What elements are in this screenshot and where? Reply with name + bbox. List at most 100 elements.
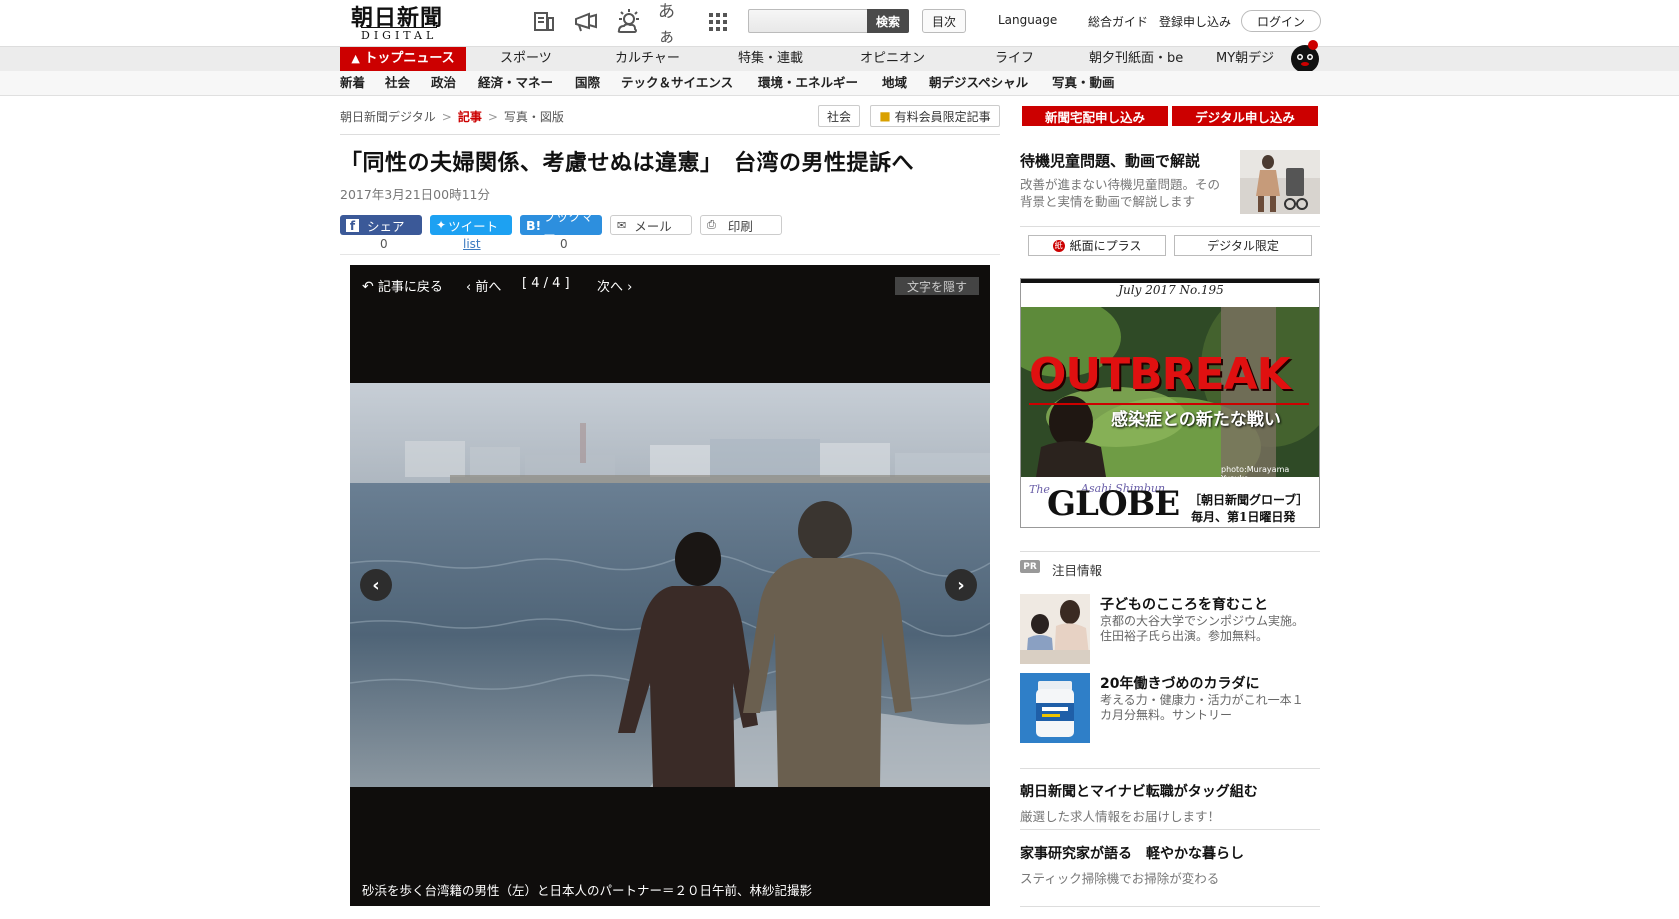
category-tag[interactable]: 社会: [818, 105, 860, 127]
ad-issue-date: July 2017 No.195: [1118, 283, 1224, 297]
mail-button-label: メール: [634, 218, 672, 234]
paper-badge-icon: 紙: [1052, 239, 1065, 252]
subnav-item-politics[interactable]: 政治: [431, 71, 456, 95]
viewer-toolbar: ↶ 記事に戻る ‹ 前へ [ 4 / 4 ] 次へ › 文字を隠す: [350, 265, 990, 383]
ad-brand-globe: GLOBE: [1047, 484, 1180, 524]
nav-item-culture[interactable]: カルチャー: [615, 47, 680, 71]
next-photo-link[interactable]: 次へ ›: [597, 276, 632, 295]
sub-nav: 新着 社会 政治 経済・マネー 国際 テック＆サイエンス 環境・エネルギー 地域…: [0, 71, 1679, 96]
pr-thumbnail[interactable]: [1020, 673, 1090, 743]
tab-paper-plus[interactable]: 紙 紙面にプラス: [1028, 235, 1166, 256]
hatena-bookmark-button[interactable]: B! ブックマー: [520, 209, 602, 243]
breadcrumb-separator: >: [441, 110, 452, 124]
ad-note-title: ［朝日新聞グローブ］: [1189, 493, 1309, 507]
nav-item-top-news[interactable]: ▲ トップニュース: [340, 47, 466, 71]
twitter-share-button[interactable]: ✦ ツイート: [430, 215, 512, 235]
font-size-icon[interactable]: あぁ: [658, 2, 686, 47]
pr-item-title[interactable]: 子どものこころを育むこと: [1100, 594, 1268, 614]
prev-photo-label: 前へ: [475, 280, 502, 295]
nav-item-features[interactable]: 特集・連載: [738, 47, 803, 71]
subnav-item-international[interactable]: 国際: [575, 71, 600, 95]
weather-icon[interactable]: [615, 8, 643, 36]
promo-thumbnail[interactable]: [1240, 150, 1320, 214]
prev-photo-link[interactable]: ‹ 前へ: [466, 276, 501, 295]
subnav-item-tech-science[interactable]: テック＆サイエンス: [621, 71, 733, 95]
breadcrumb: 朝日新聞デジタル > 記事 > 写真・図版: [340, 108, 564, 125]
next-photo-label: 次へ: [597, 280, 624, 295]
photo-caption: 砂浜を歩く台湾籍の男性（左）と日本人のパートナー＝２０日午前、林紗記撮影: [362, 883, 813, 898]
twitter-share-label: ツイート: [448, 218, 499, 234]
back-to-article-link[interactable]: ↶ 記事に戻る: [362, 276, 443, 295]
pr-item-description: 京都の大谷大学でシンポジウム実施。住田裕子氏ら出演。参加無料。: [1100, 614, 1305, 643]
ad-rule: [1029, 403, 1309, 405]
chevron-left-icon: ‹: [372, 574, 380, 596]
pr-item-title[interactable]: 20年働きづめのカラダに: [1100, 673, 1259, 693]
right-sidebar: 新聞宅配申し込み デジタル申し込み 待機児童問題、動画で解説 改善が進まない待機…: [1020, 0, 1320, 919]
promo-title[interactable]: 待機児童問題、動画で解説: [1020, 150, 1200, 171]
pr-badge: PR: [1020, 560, 1040, 573]
subnav-item-environment[interactable]: 環境・エネルギー: [758, 71, 858, 95]
hatena-bookmark-count: 0: [560, 237, 568, 251]
grid-icon[interactable]: [704, 8, 732, 36]
nav-item-label: トップニュース: [364, 51, 455, 66]
globe-advertisement[interactable]: July 2017 No.195 OUTBREAK 感染症との新たな戦い pho…: [1020, 278, 1320, 528]
back-to-article-label: 記事に戻る: [377, 280, 443, 295]
photo-viewer: ↶ 記事に戻る ‹ 前へ [ 4 / 4 ] 次へ › 文字を隠す ‹ › 砂浜…: [350, 265, 990, 906]
megaphone-icon[interactable]: [572, 8, 600, 36]
breadcrumb-item-article[interactable]: 記事: [458, 110, 482, 124]
font-size-icon-text: あぁ: [658, 2, 675, 47]
print-icon: ⎙: [707, 218, 716, 231]
sponsored-link-description: 厳選した求人情報をお届けします！: [1020, 809, 1221, 824]
mail-button[interactable]: ✉ メール: [610, 215, 692, 235]
search-input[interactable]: [748, 9, 868, 33]
subnav-item-special[interactable]: 朝デジスペシャル: [929, 71, 1028, 95]
divider: [1020, 768, 1320, 769]
ad-headline: OUTBREAK: [1029, 349, 1291, 400]
hatena-bookmark-label: ブックマー: [543, 209, 594, 243]
site-logo[interactable]: 朝日新聞 DIGITAL: [349, 0, 459, 42]
breadcrumb-item-home[interactable]: 朝日新聞デジタル: [340, 110, 436, 124]
twitter-list-link[interactable]: list: [463, 237, 481, 251]
premium-badge-label: 有料会員限定記事: [894, 109, 991, 124]
logo-sub-text: DIGITAL: [361, 27, 438, 42]
article-date: 2017年3月21日00時11分: [340, 187, 490, 202]
ad-photo-credit: photo:Murayama Yusuke: [1221, 465, 1290, 483]
facebook-share-button[interactable]: f シェア: [340, 215, 422, 235]
pr-thumbnail[interactable]: [1020, 594, 1090, 664]
sponsored-link-title[interactable]: 家事研究家が語る 軽やかな暮らし: [1020, 843, 1244, 863]
premium-badge: ■ 有料会員限定記事: [870, 105, 1000, 127]
hide-text-button[interactable]: 文字を隠す: [895, 277, 979, 295]
divider: [1020, 226, 1320, 227]
facebook-share-label: シェア: [367, 218, 405, 234]
contents-button[interactable]: 目次: [922, 9, 966, 33]
site-header: 朝日新聞 DIGITAL あぁ 検索 目次 Language 総合ガイド 登録申…: [0, 0, 1679, 47]
sponsored-link-title[interactable]: 朝日新聞とマイナビ転職がタッグ組む: [1020, 781, 1258, 801]
photo-counter: [ 4 / 4 ]: [522, 276, 570, 291]
chevron-right-icon: ›: [627, 280, 633, 295]
breadcrumb-item-photos: 写真・図版: [503, 110, 564, 124]
newspaper-icon[interactable]: [530, 8, 558, 36]
subscribe-paper-button[interactable]: 新聞宅配申し込み: [1022, 106, 1168, 126]
tab-digital-only[interactable]: デジタル限定: [1174, 235, 1312, 256]
next-photo-button[interactable]: ›: [945, 569, 977, 601]
return-icon: ↶: [362, 279, 374, 295]
previous-photo-button[interactable]: ‹: [360, 569, 392, 601]
print-button-label: 印刷: [727, 218, 753, 234]
subscribe-digital-button[interactable]: デジタル申し込み: [1172, 106, 1318, 126]
subnav-item-society[interactable]: 社会: [385, 71, 410, 95]
search-button[interactable]: 検索: [867, 9, 909, 33]
ad-note-schedule: 毎月、第1日曜日発行。: [1191, 510, 1296, 524]
lock-icon: ■: [879, 109, 891, 123]
divider: [1020, 906, 1320, 907]
subnav-item-economy[interactable]: 経済・マネー: [478, 71, 553, 95]
nav-item-opinion[interactable]: オピニオン: [860, 47, 925, 71]
pr-section-title: 注目情報: [1052, 563, 1103, 578]
print-button[interactable]: ⎙ 印刷: [700, 215, 782, 235]
subnav-item-new[interactable]: 新着: [340, 71, 365, 95]
main-nav: ▲ トップニュース スポーツ カルチャー 特集・連載 オピニオン ライフ 朝夕刊…: [0, 40, 1679, 73]
nav-item-sports[interactable]: スポーツ: [500, 47, 552, 71]
promo-description: 改善が進まない待機児童問題。その背景と実情を動画で解説します: [1020, 177, 1221, 209]
twitter-icon: ✦: [436, 218, 447, 232]
divider: [340, 134, 1000, 135]
subnav-item-region[interactable]: 地域: [882, 71, 907, 95]
